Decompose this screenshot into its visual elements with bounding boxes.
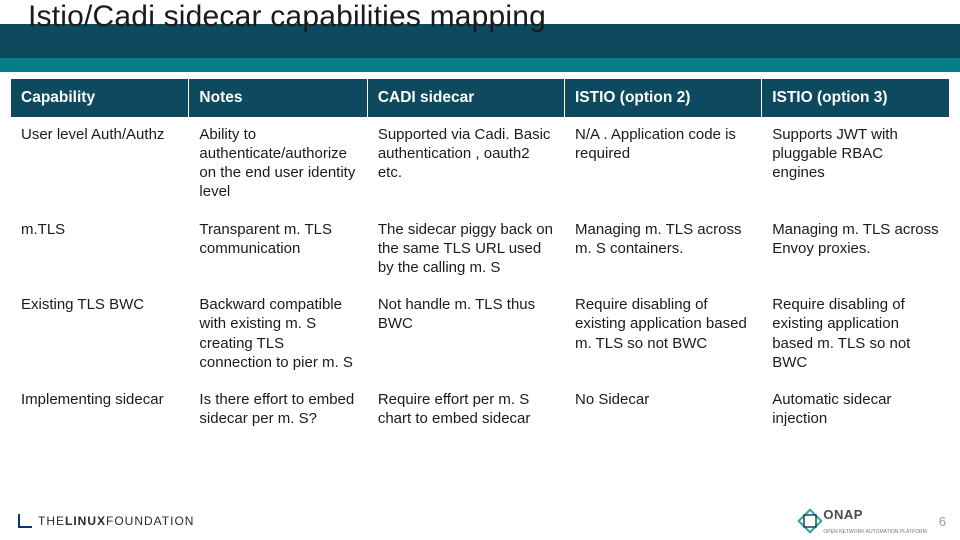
col-istio-3: ISTIO (option 3) [762,79,950,118]
cell-opt3: Automatic sidecar injection [762,382,950,438]
cell-capability: User level Auth/Authz [11,117,189,212]
page-number: 6 [939,514,946,529]
table-row: m.TLS Transparent m. TLS communication T… [11,212,950,288]
cell-notes: Is there effort to embed sidecar per m. … [189,382,367,438]
cell-opt2: N/A . Application code is required [565,117,762,212]
cell-capability: Implementing sidecar [11,382,189,438]
capabilities-table: Capability Notes CADI sidecar ISTIO (opt… [10,78,950,439]
col-cadi: CADI sidecar [367,79,564,118]
cell-opt3: Managing m. TLS across Envoy proxies. [762,212,950,288]
col-capability: Capability [11,79,189,118]
lf-suffix: FOUNDATION [106,514,194,528]
cell-opt2: Require disabling of existing applicatio… [565,288,762,383]
cell-cadi: Supported via Cadi. Basic authentication… [367,117,564,212]
lf-main: LINUX [65,514,106,528]
onap-logo: ONAP OPEN NETWORK AUTOMATION PLATFORM [801,507,926,536]
linux-foundation-logo: THELINUXFOUNDATION [18,514,194,528]
content-area: Capability Notes CADI sidecar ISTIO (opt… [0,72,960,540]
cell-notes: Ability to authenticate/authorize on the… [189,117,367,212]
footer: THELINUXFOUNDATION ONAP OPEN NETWORK AUT… [0,508,960,534]
title-band: Istio/Cadi sidecar capabilities mapping [0,0,960,72]
lf-mark-icon [18,514,32,528]
table-header-row: Capability Notes CADI sidecar ISTIO (opt… [11,79,950,118]
cell-cadi: Require effort per m. S chart to embed s… [367,382,564,438]
footer-right: ONAP OPEN NETWORK AUTOMATION PLATFORM 6 [801,507,946,536]
cell-cadi: Not handle m. TLS thus BWC [367,288,564,383]
onap-logo-text: ONAP [823,507,863,522]
cell-cadi: The sidecar piggy back on the same TLS U… [367,212,564,288]
cell-capability: Existing TLS BWC [11,288,189,383]
cell-opt3: Require disabling of existing applicatio… [762,288,950,383]
cell-opt2: Managing m. TLS across m. S containers. [565,212,762,288]
cell-notes: Transparent m. TLS communication [189,212,367,288]
cell-opt2: No Sidecar [565,382,762,438]
col-notes: Notes [189,79,367,118]
cell-capability: m.TLS [11,212,189,288]
cell-notes: Backward compatible with existing m. S c… [189,288,367,383]
lf-prefix: THE [38,514,65,528]
onap-logo-subtext: OPEN NETWORK AUTOMATION PLATFORM [823,529,926,535]
lf-logo-text: THELINUXFOUNDATION [38,514,194,528]
cell-opt3: Supports JWT with pluggable RBAC engines [762,117,950,212]
col-istio-2: ISTIO (option 2) [565,79,762,118]
onap-mark-icon [801,512,819,530]
slide-title: Istio/Cadi sidecar capabilities mapping [28,0,546,34]
table-row: User level Auth/Authz Ability to authent… [11,117,950,212]
table-row: Existing TLS BWC Backward compatible wit… [11,288,950,383]
table-row: Implementing sidecar Is there effort to … [11,382,950,438]
slide: Istio/Cadi sidecar capabilities mapping … [0,0,960,540]
